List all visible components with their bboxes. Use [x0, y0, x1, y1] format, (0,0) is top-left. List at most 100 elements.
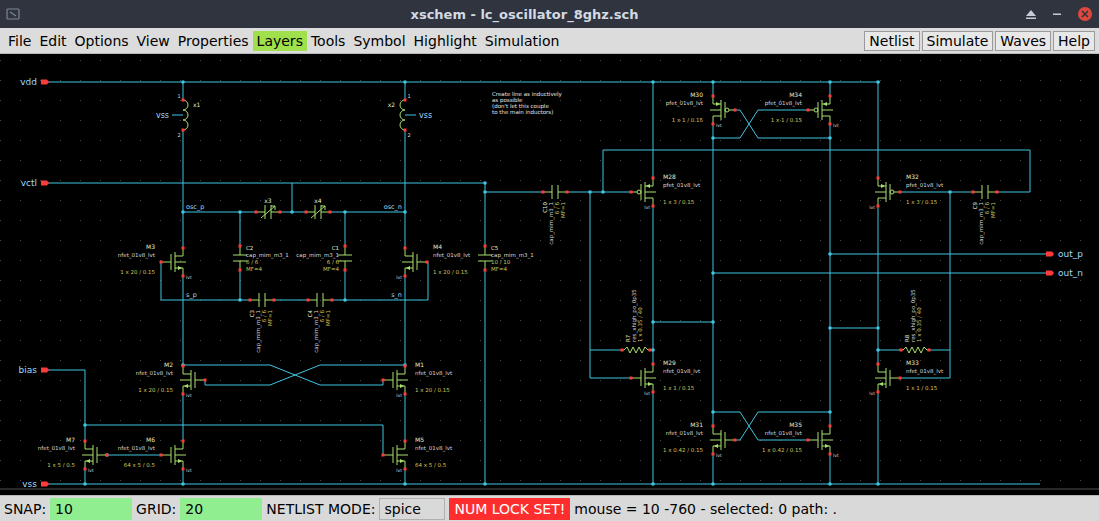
io-pin[interactable]: vss [22, 479, 49, 489]
inductor[interactable]: x212vss [388, 93, 432, 138]
wire[interactable] [713, 124, 714, 426]
wire[interactable] [878, 206, 879, 364]
transistor[interactable]: M32pfet_01v8_lvt1 x 3 / 0.15lvt [869, 173, 944, 210]
wire[interactable] [330, 212, 405, 213]
wires[interactable] [45, 82, 1050, 484]
transistor[interactable]: M1nfet_01v8_lvt1 x 20 / 0.15lvt [382, 361, 453, 398]
wire[interactable] [240, 270, 241, 300]
transistor[interactable]: M6nfet_01v8_lvt64 x 5 / 0.5lvt [118, 436, 192, 473]
wire[interactable] [345, 270, 346, 300]
wire[interactable] [428, 262, 429, 300]
wire[interactable] [183, 394, 184, 441]
wire[interactable] [653, 82, 654, 178]
wire[interactable] [878, 392, 879, 484]
menu-item[interactable]: Simulation [481, 31, 564, 51]
wire[interactable] [45, 82, 880, 83]
wire[interactable] [740, 110, 758, 138]
wire[interactable] [383, 425, 384, 455]
wire[interactable] [85, 425, 383, 426]
wire[interactable] [878, 350, 901, 351]
capacitor[interactable]: C4cap_mim_m3_16 / 6MF=1 [307, 293, 334, 353]
wire[interactable] [45, 183, 485, 184]
transistor[interactable]: M3nfet_01v8_lvt1 x 20 / 0.15lvt [118, 243, 192, 280]
wire[interactable] [713, 412, 740, 413]
wire[interactable] [45, 370, 85, 371]
transistor[interactable]: M5nfet_01v8_lvt64 x 5 / 0.5lvt [382, 436, 453, 473]
io-pin[interactable]: out_n [1046, 268, 1083, 278]
io-pin[interactable]: bias [19, 365, 49, 375]
wire[interactable] [997, 192, 1030, 193]
transistor[interactable]: M7nfet_01v8_lvt1 x 5 / 0.5lvt [38, 436, 109, 473]
wire[interactable] [830, 328, 878, 329]
net-label[interactable]: s_n [391, 291, 402, 299]
wire[interactable] [758, 440, 808, 441]
wire[interactable] [183, 365, 270, 366]
wire[interactable] [653, 322, 713, 323]
wire[interactable] [590, 378, 631, 379]
resistor[interactable]: R8res_xhigh_po_0p351 x 0.35 / 40 [900, 289, 931, 353]
wire[interactable] [183, 469, 184, 484]
menu-item[interactable]: Symbol [349, 31, 409, 51]
menu-item[interactable]: Layers [253, 31, 307, 51]
capacitor[interactable]: C3cap_mim_m3_16 / 6MF=1 [249, 293, 276, 353]
wire[interactable] [758, 110, 808, 111]
wire[interactable] [485, 270, 486, 484]
maximize-icon[interactable] [1025, 8, 1037, 20]
transistor[interactable]: M28pfet_01v8_lvt1 x 3 / 0.15lvt [630, 173, 702, 210]
schematic-canvas[interactable]: vddvctlbiasvssout_pout_nosc_posc_ns_ps_n… [0, 54, 1099, 495]
wire[interactable] [590, 350, 622, 351]
wire[interactable] [830, 82, 831, 96]
wire[interactable] [900, 378, 950, 379]
wire[interactable] [830, 124, 831, 426]
resistor[interactable]: R7res_xhigh_po_0p351 x 0.35 / 40 [621, 289, 652, 353]
io-pin[interactable]: vdd [20, 77, 49, 87]
wire[interactable] [830, 454, 831, 484]
capacitor[interactable]: C9cap_mim_m3_16 / 6MF=1 [972, 185, 999, 245]
snap-field[interactable]: 10 [50, 498, 132, 520]
varactor[interactable]: x4 [305, 197, 332, 219]
wire[interactable] [183, 212, 256, 213]
grid-field[interactable]: 20 [180, 498, 262, 520]
wire[interactable] [900, 192, 973, 193]
wire[interactable] [567, 192, 631, 193]
net-label[interactable]: osc_n [384, 203, 402, 211]
menu-item[interactable]: Edit [35, 31, 70, 51]
net-label[interactable]: osc_p [186, 203, 204, 211]
minimize-icon[interactable] [1051, 8, 1063, 20]
wire[interactable] [950, 192, 951, 378]
menu-item[interactable]: Properties [174, 31, 253, 51]
wire[interactable] [405, 115, 416, 116]
menu-item[interactable]: Options [71, 31, 133, 51]
transistor[interactable]: M31nfet_01v8_lvt1 x 0.42 / 0.15lvt [663, 421, 737, 458]
wire[interactable] [183, 276, 184, 366]
wire[interactable] [320, 385, 383, 386]
toolbar-button[interactable]: Help [1053, 31, 1095, 51]
transistor[interactable]: M35nfet_01v8_lvt1 x 0.42 / 0.15lvt [762, 421, 839, 458]
transistor[interactable]: M4nfet_01v8_lvt1 x 20 / 0.15lvt [396, 243, 471, 280]
wire[interactable] [183, 82, 184, 100]
transistor[interactable]: M29nfet_01v8_lvt1 x 1 / 0.15lvt [630, 359, 701, 396]
wire[interactable] [653, 392, 654, 484]
wire[interactable] [713, 82, 714, 96]
wire[interactable] [107, 455, 161, 456]
wire[interactable] [183, 130, 184, 248]
transistor[interactable]: M30pfet_01v8_lvt1 x 1 / 0.15lvt [666, 91, 737, 128]
toolbar-button[interactable]: Netlist [864, 31, 919, 51]
net-label[interactable]: s_p [186, 291, 197, 299]
transistor[interactable]: M33nfet_01v8_lvt1 x 1 / 0.15lvt [869, 359, 944, 396]
wire[interactable] [345, 212, 346, 246]
menu-item[interactable]: Highlight [410, 31, 481, 51]
wire[interactable] [740, 110, 758, 138]
wire[interactable] [758, 138, 830, 139]
wire[interactable] [292, 183, 293, 212]
wire[interactable] [878, 82, 879, 178]
canvas[interactable]: vddvctlbiasvssout_pout_nosc_posc_ns_ps_n… [0, 54, 1099, 495]
capacitor[interactable]: C1cap_mim_m3_16 / 6MF=4 [296, 245, 352, 273]
menu-item[interactable]: Tools [307, 31, 350, 51]
wire[interactable] [85, 469, 86, 484]
wire[interactable] [713, 454, 714, 484]
wire[interactable] [758, 412, 830, 413]
capacitor[interactable]: C10cap_mim_m3_16 / 6MF=1 [542, 185, 569, 245]
wire[interactable] [405, 82, 406, 100]
toolbar-button[interactable]: Simulate [922, 31, 994, 51]
